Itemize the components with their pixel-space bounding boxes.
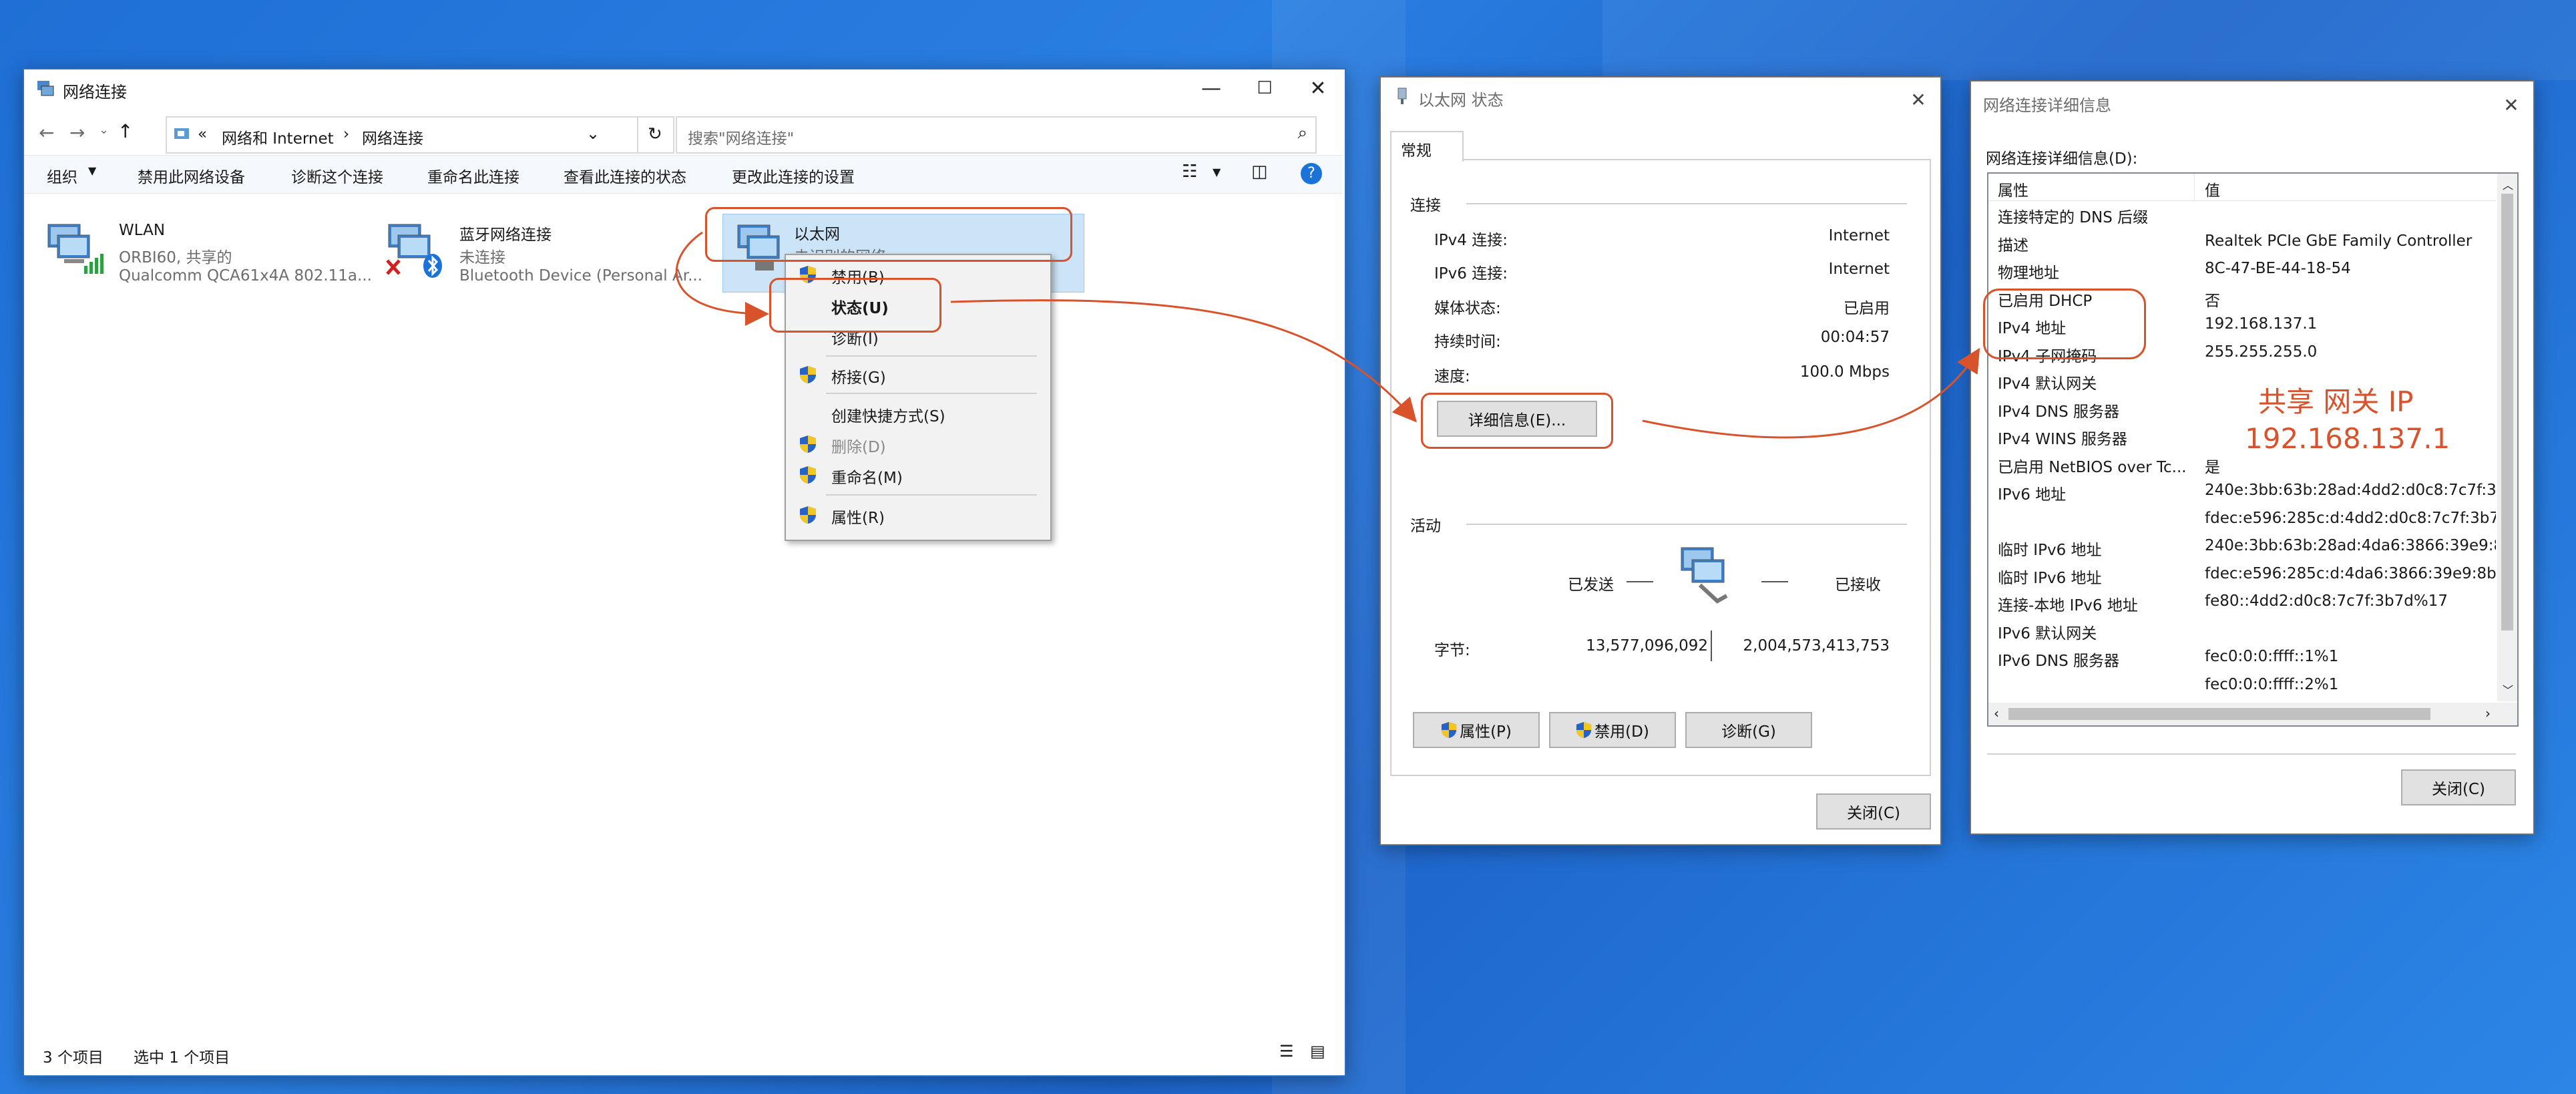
arrow-to-status-item <box>675 231 769 326</box>
arrow-to-details-button <box>950 299 1417 423</box>
tab-label: 常规 <box>1401 142 1432 160</box>
annotation-arrows <box>675 231 1980 439</box>
arrow-to-ipv4 <box>1642 347 1980 439</box>
tab-general[interactable]: 常规 <box>1390 131 1464 162</box>
